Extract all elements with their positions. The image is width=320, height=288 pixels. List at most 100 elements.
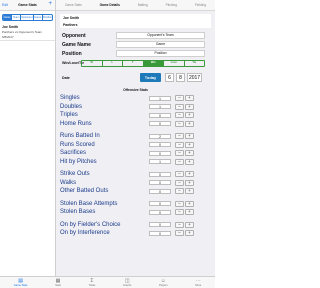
tab-stats[interactable]: ▦ Stats xyxy=(55,278,61,287)
list-item[interactable]: Joe Smith Panthers vs Opponent's Team 6/8/… xyxy=(0,24,55,41)
stat-value-field[interactable]: 0 xyxy=(149,112,171,118)
increment-button[interactable]: + xyxy=(185,150,194,157)
wlt-option-t[interactable]: T xyxy=(122,60,143,66)
decrement-button[interactable]: − xyxy=(175,103,184,110)
stat-row-doubles: Doubles 1− + xyxy=(56,103,215,112)
game-name-field[interactable]: Game xyxy=(116,41,205,48)
increment-button[interactable]: + xyxy=(185,103,194,110)
today-button[interactable]: Today xyxy=(140,73,161,82)
filter-position[interactable]: Position xyxy=(41,15,52,20)
stat-label: Runs Batted In xyxy=(60,133,100,140)
opponent-field[interactable]: Opponent's Team xyxy=(116,32,205,39)
stat-value-field[interactable]: 0 xyxy=(149,171,171,177)
wlt-option-tie[interactable]: Tie xyxy=(183,60,205,66)
tab-players[interactable]: ☺ Players xyxy=(159,278,168,287)
decrement-button[interactable]: − xyxy=(175,209,184,216)
wlt-option-win[interactable]: Win xyxy=(142,60,163,66)
increment-button[interactable]: + xyxy=(185,112,194,119)
opponent-row: Opponent Opponent's Team xyxy=(60,31,211,40)
game-name-row: Game Name Game xyxy=(60,40,211,49)
increment-button[interactable]: + xyxy=(185,120,194,127)
stat-value-field[interactable]: 0 xyxy=(149,180,171,186)
stat-row-stolen-bases: Stolen Bases 0− + xyxy=(56,208,215,217)
filter-team[interactable]: Team xyxy=(11,15,20,20)
stat-value-field[interactable]: 0 xyxy=(149,150,171,156)
stat-value-field[interactable]: 0 xyxy=(149,188,171,194)
stat-value-field[interactable]: 0 xyxy=(149,142,171,148)
wlt-option-w[interactable]: W xyxy=(82,61,102,66)
increment-button[interactable]: + xyxy=(185,179,194,186)
stat-value-field[interactable]: 1 xyxy=(149,95,171,101)
increment-button[interactable]: + xyxy=(185,200,194,207)
stat-value-field[interactable]: 0 xyxy=(149,201,171,207)
game-player-name: Joe Smith xyxy=(2,25,19,29)
position-field[interactable]: Position xyxy=(116,50,205,57)
game-name-label: Game Name xyxy=(62,41,91,48)
add-game-button[interactable]: + xyxy=(48,1,52,7)
decrement-button[interactable]: − xyxy=(175,112,184,119)
position-label: Position xyxy=(62,50,82,57)
stat-row-runs-scored: Runs Scored 0− + xyxy=(56,141,215,150)
decrement-button[interactable]: − xyxy=(175,188,184,195)
date-year-field[interactable]: 2017 xyxy=(187,73,202,82)
nav-item-game-stats[interactable]: Game Stats xyxy=(65,3,82,7)
stat-value-field[interactable]: 0 xyxy=(149,209,171,215)
date-label: Date xyxy=(62,75,70,80)
increment-button[interactable]: + xyxy=(185,188,194,195)
decrement-button[interactable]: − xyxy=(175,133,184,140)
nav-item-fielding[interactable]: Fielding xyxy=(195,3,206,7)
stat-row-singles: Singles 1− + xyxy=(56,94,215,103)
decrement-button[interactable]: − xyxy=(175,158,184,165)
stat-value-field[interactable]: 0 xyxy=(149,222,171,228)
offensive-stats-list: Singles 1− + Doubles 1− + Triples 0− + Home Runs 0… xyxy=(56,94,215,238)
wlt-option-l[interactable]: L xyxy=(101,60,123,66)
stat-value-field[interactable]: 1 xyxy=(149,104,171,110)
decrement-button[interactable]: − xyxy=(175,150,184,157)
increment-button[interactable]: + xyxy=(185,209,194,216)
increment-button[interactable]: + xyxy=(185,171,194,178)
decrement-button[interactable]: − xyxy=(175,141,184,148)
decrement-button[interactable]: − xyxy=(175,200,184,207)
stat-row-home-runs: Home Runs 0− + xyxy=(56,120,215,129)
increment-button[interactable]: + xyxy=(185,133,194,140)
nav-item-pitching[interactable]: Pitching xyxy=(166,3,177,7)
win-lose-tie-selector: W L T Win Lose Tie xyxy=(81,59,205,67)
tab-graphs[interactable]: ◫ Graphs xyxy=(123,278,132,287)
stat-label: Runs Scored xyxy=(60,141,95,148)
increment-button[interactable]: + xyxy=(185,230,194,237)
decrement-button[interactable]: − xyxy=(175,171,184,178)
increment-button[interactable]: + xyxy=(185,221,194,228)
win-lose-tie-label: Win/Lose/Tie xyxy=(62,61,85,65)
filter-dates[interactable]: Dates xyxy=(3,15,12,20)
tab-totals[interactable]: Σ Totals xyxy=(88,278,96,287)
stat-label: On by Fielder's Choice xyxy=(60,221,121,228)
tab-game-stats[interactable]: ▤ Game Stats xyxy=(14,278,28,287)
increment-button[interactable]: + xyxy=(185,95,194,102)
decrement-button[interactable]: − xyxy=(175,230,184,237)
decrement-button[interactable]: − xyxy=(175,221,184,228)
nav-item-batting[interactable]: Batting xyxy=(138,3,148,7)
stat-label: Hit by Pitches xyxy=(60,158,97,165)
date-day-field[interactable]: 8 xyxy=(176,73,185,82)
stat-value-field[interactable]: 0 xyxy=(149,121,171,127)
stat-value-field[interactable]: 2 xyxy=(149,133,171,139)
decrement-button[interactable]: − xyxy=(175,179,184,186)
tab-label: Totals xyxy=(88,283,96,287)
decrement-button[interactable]: − xyxy=(175,120,184,127)
tab-more[interactable]: ⋯ More xyxy=(195,278,201,287)
stat-label: Strike Outs xyxy=(60,171,90,178)
game-date: 6/8/2017 xyxy=(2,35,14,39)
filter-game[interactable]: Game xyxy=(32,15,42,20)
stat-label: Walks xyxy=(60,179,77,186)
position-row: Position Position xyxy=(60,49,211,58)
date-month-field[interactable]: 6 xyxy=(165,73,174,82)
increment-button[interactable]: + xyxy=(185,158,194,165)
stat-label: Home Runs xyxy=(60,120,92,127)
wlt-option-lose[interactable]: Lose xyxy=(163,60,184,66)
stat-value-field[interactable]: 0 xyxy=(149,230,171,236)
decrement-button[interactable]: − xyxy=(175,95,184,102)
nav-item-game-details: Game Details xyxy=(99,3,120,7)
filter-opponent[interactable]: Opponent xyxy=(20,15,33,20)
increment-button[interactable]: + xyxy=(185,141,194,148)
stat-value-field[interactable]: 1 xyxy=(149,159,171,165)
